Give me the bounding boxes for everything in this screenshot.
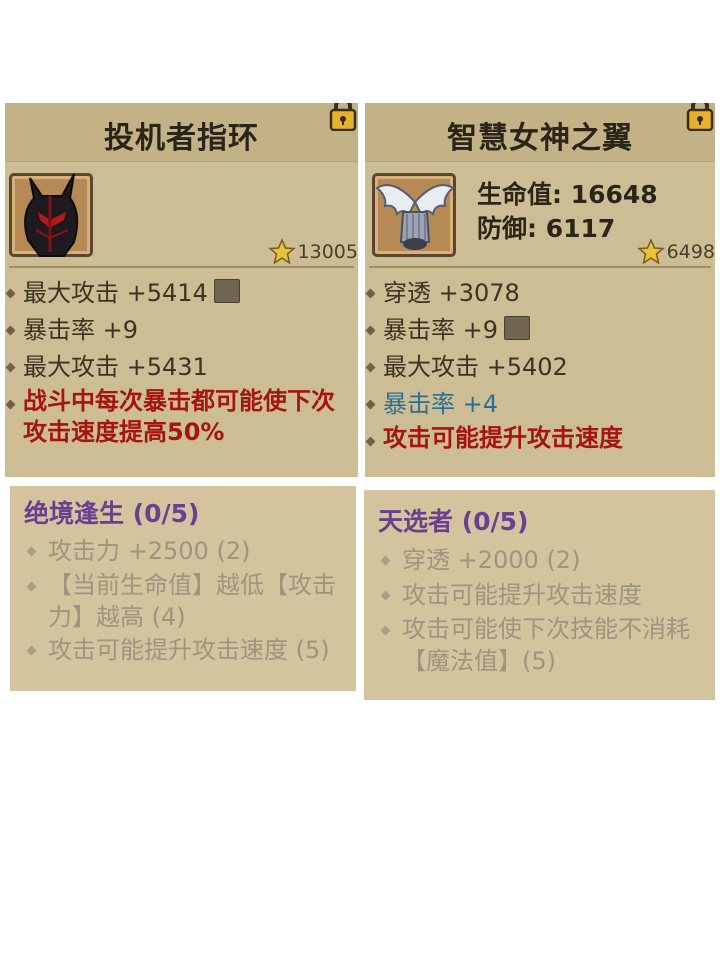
divider	[369, 266, 711, 268]
title-bar: 智慧女神之翼	[365, 103, 715, 162]
stat-line: 最大攻击 +5414	[5, 275, 358, 312]
star-icon	[267, 238, 296, 265]
white-wings-icon	[375, 184, 455, 250]
set-bonus-list: 攻击力 +2500 (2) 【当前生命值】越低【攻击力】越高 (4) 攻击可能提…	[10, 534, 356, 668]
stat-text: 最大攻击 +5414	[23, 279, 208, 307]
item-title: 投机者指环	[104, 121, 259, 156]
score-value: 6498	[666, 241, 715, 263]
stat-text: 最大攻击 +5431	[23, 353, 208, 381]
special-effect: 战斗中每次暴击都可能使下次攻击速度提高50%	[5, 386, 358, 448]
main-stats: 生命值: 16648 防御: 6117	[477, 178, 658, 246]
stat-line: 暴击率 +9	[5, 312, 358, 349]
set-bonus-line: 攻击可能使下次技能不消耗【魔法值】(5)	[364, 613, 715, 677]
stat-text: 暴击率 +9	[383, 316, 499, 344]
set-title: 绝境逢生 (0/5)	[24, 499, 200, 528]
stat-line-enhanced: 暴击率 +4	[365, 386, 715, 423]
set-bonus-line: 攻击力 +2500 (2)	[10, 534, 356, 569]
stat-line: 穿透 +3078	[365, 275, 715, 312]
stat-text: 最大攻击 +5402	[383, 353, 568, 381]
forge-hammer-icon[interactable]	[213, 279, 240, 303]
special-text: 战斗中每次暴击都可能使下次攻击速度提高50%	[23, 387, 335, 446]
lock-icon[interactable]	[685, 103, 715, 131]
score-value: 13005	[297, 241, 358, 263]
item-slot[interactable]	[372, 173, 456, 257]
divider	[9, 266, 354, 268]
hp-stat: 生命值: 16648	[477, 180, 658, 209]
lock-icon[interactable]	[328, 103, 358, 131]
stat-line: 最大攻击 +5431	[5, 349, 358, 386]
star-icon	[636, 238, 665, 265]
dark-horned-helmet-icon	[24, 173, 79, 257]
defense-stat: 防御: 6117	[477, 214, 616, 243]
stat-line: 暴击率 +9	[365, 312, 715, 349]
set-bonus-list: 穿透 +2000 (2) 攻击可能提升攻击速度 攻击可能使下次技能不消耗【魔法值…	[364, 543, 715, 677]
item-title: 智慧女神之翼	[447, 121, 633, 156]
set-bonus-line: 攻击可能提升攻击速度 (5)	[10, 633, 356, 668]
forge-hammer-icon[interactable]	[504, 316, 531, 340]
set-bonus-line: 穿透 +2000 (2)	[364, 543, 715, 578]
gear-score: 13005	[267, 238, 358, 266]
special-text: 攻击可能提升攻击速度	[383, 424, 623, 452]
set-title: 天选者 (0/5)	[378, 507, 529, 536]
set-bonus-left: 绝境逢生 (0/5) 攻击力 +2500 (2) 【当前生命值】越低【攻击力】越…	[10, 486, 356, 691]
set-bonus-line: 攻击可能提升攻击速度	[364, 578, 715, 613]
stat-list: 穿透 +3078 暴击率 +9 最大攻击 +5402 暴击率 +4 攻击可能提升…	[365, 275, 715, 454]
stat-text: 暴击率 +9	[23, 316, 139, 344]
special-effect: 攻击可能提升攻击速度	[365, 423, 715, 454]
stat-text: 穿透 +3078	[383, 279, 520, 307]
gear-score: 6498	[636, 238, 715, 266]
item-slot[interactable]	[9, 173, 93, 257]
stat-list: 最大攻击 +5414 暴击率 +9 最大攻击 +5431 战斗中每次暴击都可能使…	[5, 275, 358, 448]
set-bonus-right: 天选者 (0/5) 穿透 +2000 (2) 攻击可能提升攻击速度 攻击可能使下…	[364, 490, 715, 700]
item-card-left[interactable]: 投机者指环 13005 最大攻击 +5414 暴击率 +9 最大攻击 +5431	[5, 103, 358, 477]
item-card-right[interactable]: 智慧女神之翼 生命值: 16648 防御: 6117 6498 穿透 +3078…	[365, 103, 715, 477]
set-bonus-line: 【当前生命值】越低【攻击力】越高 (4)	[10, 569, 356, 633]
stat-line: 最大攻击 +5402	[365, 349, 715, 386]
stat-text: 暴击率 +4	[383, 390, 499, 418]
title-bar: 投机者指环	[5, 103, 358, 162]
